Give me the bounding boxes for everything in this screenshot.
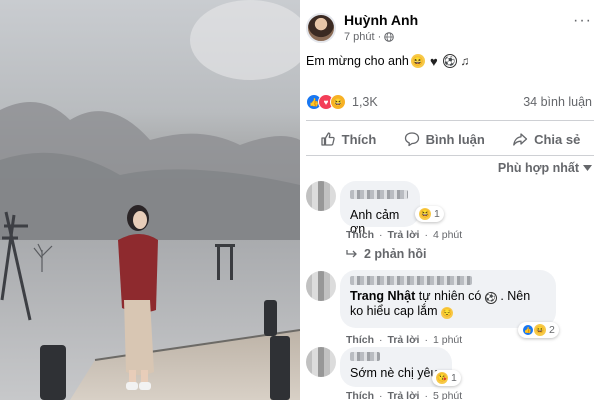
comment-time[interactable]: 5 phút bbox=[433, 390, 462, 400]
comment-like-link[interactable]: Thích bbox=[346, 334, 374, 346]
blurred-avatar bbox=[306, 181, 336, 211]
haha-reaction-icon: 😆 bbox=[419, 208, 431, 220]
separator-dot: · bbox=[424, 229, 428, 241]
separator-dot: · bbox=[379, 229, 383, 241]
haha-reaction-icon: 😆 bbox=[330, 94, 346, 110]
post-photo[interactable] bbox=[0, 0, 300, 400]
comment-reaction-badge[interactable]: 👍 😆 2 bbox=[518, 322, 559, 338]
reply-arrow-icon bbox=[346, 250, 357, 258]
comment-reaction-count: 2 bbox=[549, 324, 555, 336]
commenter-avatar[interactable] bbox=[306, 271, 336, 301]
share-button[interactable]: Chia sẻ bbox=[512, 131, 580, 147]
view-replies-link[interactable]: 2 phản hồi bbox=[346, 247, 427, 261]
sort-label: Phù hợp nhất bbox=[497, 161, 579, 175]
comment-reply-link[interactable]: Trả lời bbox=[388, 390, 420, 400]
comment-reaction-badge[interactable]: 😘 1 bbox=[432, 370, 461, 386]
thumbs-up-icon bbox=[320, 132, 335, 146]
comment-meta: Thích · Trả lời · 4 phút bbox=[346, 229, 462, 241]
blurred-text bbox=[350, 276, 472, 285]
comment-like-link[interactable]: Thích bbox=[346, 390, 374, 400]
more-options-icon[interactable]: ··· bbox=[573, 12, 592, 30]
musical-notes-icon: ♫ bbox=[460, 54, 470, 68]
comment-time[interactable]: 4 phút bbox=[433, 229, 462, 241]
grinning-face-icon: 😆 bbox=[410, 54, 425, 68]
post-text-body: Em mừng cho anh bbox=[306, 54, 409, 68]
comment-reply-link[interactable]: Trả lời bbox=[388, 229, 420, 241]
globe-icon bbox=[384, 32, 395, 42]
comment-author[interactable]: Trang Nhật bbox=[350, 289, 415, 303]
comment-text: tự nhiên có bbox=[418, 289, 482, 303]
post-text: Em mừng cho anh 😆 ♥ ⚽ ♫ bbox=[306, 54, 471, 68]
comment-meta: Thích · Trả lời · 5 phút bbox=[346, 390, 462, 400]
comment-sort-dropdown[interactable]: Phù hợp nhất bbox=[498, 161, 592, 175]
kiss-face-icon: 😘 bbox=[436, 372, 448, 384]
comment-reply-link[interactable]: Trả lời bbox=[388, 334, 420, 346]
comment-like-link[interactable]: Thích bbox=[346, 229, 374, 241]
commenter-avatar[interactable] bbox=[306, 181, 336, 211]
comment-count[interactable]: 34 bình luận bbox=[523, 95, 592, 109]
author-name[interactable]: Huỳnh Anh bbox=[344, 12, 418, 28]
blurred-avatar bbox=[306, 271, 336, 301]
separator-dot: · bbox=[377, 31, 382, 43]
separator-dot: · bbox=[379, 334, 383, 346]
comment-bubble: Anh cảm ơn bbox=[340, 181, 420, 236]
comment-reaction-badge[interactable]: 😆 1 bbox=[415, 206, 444, 222]
photo-scene bbox=[0, 0, 300, 400]
commenter-avatar[interactable] bbox=[306, 347, 336, 377]
sad-face-icon: 😔 bbox=[441, 307, 454, 319]
like-reaction-icon: 👍 bbox=[522, 324, 534, 336]
post-time-text: 7 phút bbox=[344, 31, 375, 43]
post-time[interactable]: 7 phút · bbox=[344, 31, 395, 43]
share-label: Chia sẻ bbox=[534, 131, 581, 147]
replies-count-label: 2 phản hồi bbox=[364, 247, 427, 261]
comment-bubble: Trang Nhật tự nhiên có ⚽ . Nên ko hiểu c… bbox=[340, 270, 556, 328]
blurred-commenter-name bbox=[350, 352, 380, 361]
divider bbox=[306, 155, 594, 156]
comment-icon bbox=[404, 132, 419, 147]
haha-reaction-icon: 😆 bbox=[534, 324, 546, 336]
comment-text: Sớm nè chị yêu bbox=[350, 366, 438, 380]
separator-dot: · bbox=[424, 334, 428, 346]
comment-button[interactable]: Bình luận bbox=[404, 131, 485, 147]
blurred-commenter-name bbox=[350, 190, 408, 199]
soccer-ball-icon: ⚽ bbox=[484, 292, 497, 304]
share-icon bbox=[513, 133, 528, 146]
comment-meta: Thích · Trả lời · 1 phút bbox=[346, 334, 462, 346]
comment-reaction-count: 1 bbox=[451, 372, 457, 384]
separator-dot: · bbox=[424, 390, 428, 400]
post-actions: Thích Bình luận Chia sẻ bbox=[306, 125, 594, 153]
divider bbox=[306, 120, 594, 121]
reaction-count: 1,3K bbox=[352, 95, 378, 109]
black-heart-icon: ♥ bbox=[430, 53, 438, 69]
like-button[interactable]: Thích bbox=[320, 131, 377, 147]
like-label: Thích bbox=[341, 131, 377, 147]
comment-time[interactable]: 1 phút bbox=[433, 334, 462, 346]
post-panel: Huỳnh Anh 7 phút · ··· Em mừng cho anh 😆… bbox=[300, 0, 600, 400]
reactions-summary[interactable]: 👍 ♥ 😆 1,3K bbox=[306, 94, 378, 110]
author-avatar[interactable] bbox=[306, 13, 336, 43]
soccer-ball-icon: ⚽ bbox=[442, 54, 457, 68]
caret-down-icon bbox=[583, 165, 592, 171]
comment-label: Bình luận bbox=[425, 131, 485, 147]
blurred-avatar bbox=[306, 347, 336, 377]
separator-dot: · bbox=[379, 390, 383, 400]
comment-reaction-count: 1 bbox=[434, 208, 440, 220]
